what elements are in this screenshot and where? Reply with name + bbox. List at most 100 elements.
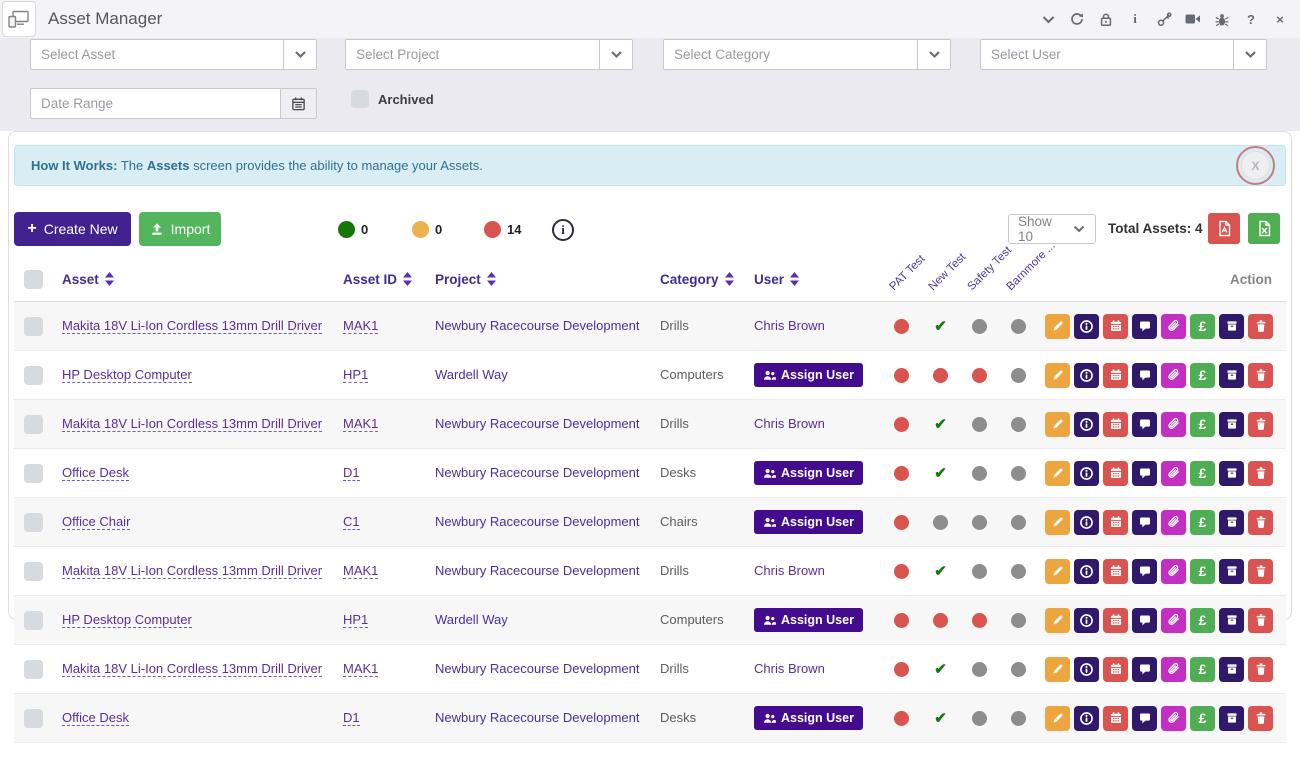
comment-button[interactable] xyxy=(1132,608,1157,633)
calendar-button[interactable] xyxy=(1103,510,1128,535)
collapse-icon[interactable] xyxy=(1040,11,1056,27)
assigned-user-link[interactable]: Chris Brown xyxy=(754,318,825,333)
edit-button[interactable] xyxy=(1045,706,1070,731)
cost-button[interactable]: £ xyxy=(1190,510,1215,535)
legend-info-icon[interactable]: i xyxy=(552,219,574,241)
row-checkbox[interactable] xyxy=(24,709,43,728)
asset-link[interactable]: Makita 18V Li-Ion Cordless 13mm Drill Dr… xyxy=(62,661,322,677)
edit-button[interactable] xyxy=(1045,608,1070,633)
comment-button[interactable] xyxy=(1132,363,1157,388)
cost-button[interactable]: £ xyxy=(1190,412,1215,437)
row-checkbox[interactable] xyxy=(24,562,43,581)
edit-button[interactable] xyxy=(1045,657,1070,682)
pdf-export-button[interactable] xyxy=(1208,213,1240,244)
archived-checkbox[interactable] xyxy=(351,90,369,108)
calendar-button[interactable] xyxy=(1103,412,1128,437)
archive-button[interactable] xyxy=(1219,461,1244,486)
row-checkbox[interactable] xyxy=(24,317,43,336)
delete-button[interactable] xyxy=(1248,608,1273,633)
comment-button[interactable] xyxy=(1132,559,1157,584)
asset-link[interactable]: Office Desk xyxy=(62,710,129,726)
archive-button[interactable] xyxy=(1219,314,1244,339)
asset-id-link[interactable]: HP1 xyxy=(343,367,368,383)
attachment-button[interactable] xyxy=(1161,461,1186,486)
calendar-addon-button[interactable] xyxy=(280,88,317,119)
delete-button[interactable] xyxy=(1248,559,1273,584)
details-button[interactable] xyxy=(1074,559,1099,584)
archive-button[interactable] xyxy=(1219,706,1244,731)
asset-id-link[interactable]: D1 xyxy=(343,710,360,726)
bug-icon[interactable] xyxy=(1214,11,1230,27)
archive-button[interactable] xyxy=(1219,412,1244,437)
calendar-button[interactable] xyxy=(1103,363,1128,388)
edit-button[interactable] xyxy=(1045,461,1070,486)
delete-button[interactable] xyxy=(1248,657,1273,682)
column-header-asset[interactable]: Asset xyxy=(62,272,114,287)
edit-button[interactable] xyxy=(1045,559,1070,584)
details-button[interactable] xyxy=(1074,363,1099,388)
assign-user-button[interactable]: Assign User xyxy=(754,608,863,632)
row-checkbox[interactable] xyxy=(24,464,43,483)
select-user-dropdown[interactable]: Select User xyxy=(980,39,1267,70)
assigned-user-link[interactable]: Chris Brown xyxy=(754,416,825,431)
excel-export-button[interactable] xyxy=(1248,213,1280,244)
comment-button[interactable] xyxy=(1132,706,1157,731)
archive-button[interactable] xyxy=(1219,363,1244,388)
details-button[interactable] xyxy=(1074,706,1099,731)
attachment-button[interactable] xyxy=(1161,363,1186,388)
row-checkbox[interactable] xyxy=(24,415,43,434)
details-button[interactable] xyxy=(1074,608,1099,633)
close-icon[interactable]: × xyxy=(1272,11,1288,27)
row-checkbox[interactable] xyxy=(24,513,43,532)
video-icon[interactable] xyxy=(1185,11,1201,27)
calendar-button[interactable] xyxy=(1103,314,1128,339)
refresh-icon[interactable] xyxy=(1069,11,1085,27)
edit-button[interactable] xyxy=(1045,314,1070,339)
attachment-button[interactable] xyxy=(1161,657,1186,682)
lock-icon[interactable] xyxy=(1098,11,1114,27)
select-asset-dropdown[interactable]: Select Asset xyxy=(30,39,317,70)
asset-id-link[interactable]: HP1 xyxy=(343,612,368,628)
asset-link[interactable]: HP Desktop Computer xyxy=(62,367,192,383)
row-checkbox[interactable] xyxy=(24,660,43,679)
details-button[interactable] xyxy=(1074,510,1099,535)
attachment-button[interactable] xyxy=(1161,412,1186,437)
cost-button[interactable]: £ xyxy=(1190,314,1215,339)
asset-id-link[interactable]: MAK1 xyxy=(343,318,378,334)
archive-button[interactable] xyxy=(1219,559,1244,584)
delete-button[interactable] xyxy=(1248,706,1273,731)
edit-button[interactable] xyxy=(1045,412,1070,437)
delete-button[interactable] xyxy=(1248,461,1273,486)
column-header-new-test[interactable]: New Test xyxy=(927,251,969,293)
attachment-button[interactable] xyxy=(1161,510,1186,535)
calendar-button[interactable] xyxy=(1103,657,1128,682)
comment-button[interactable] xyxy=(1132,657,1157,682)
select-project-dropdown[interactable]: Select Project xyxy=(345,39,633,70)
cost-button[interactable]: £ xyxy=(1190,608,1215,633)
attachment-button[interactable] xyxy=(1161,559,1186,584)
row-checkbox[interactable] xyxy=(24,611,43,630)
info-icon[interactable]: i xyxy=(1127,11,1143,27)
delete-button[interactable] xyxy=(1248,363,1273,388)
cost-button[interactable]: £ xyxy=(1190,657,1215,682)
comment-button[interactable] xyxy=(1132,314,1157,339)
asset-id-link[interactable]: C1 xyxy=(343,514,360,530)
asset-link[interactable]: Makita 18V Li-Ion Cordless 13mm Drill Dr… xyxy=(62,416,322,432)
cost-button[interactable]: £ xyxy=(1190,363,1215,388)
cost-button[interactable]: £ xyxy=(1190,559,1215,584)
create-new-button[interactable]: + Create New xyxy=(14,212,131,246)
column-header-asset-id[interactable]: Asset ID xyxy=(343,272,412,287)
assign-user-button[interactable]: Assign User xyxy=(754,363,863,387)
asset-link[interactable]: HP Desktop Computer xyxy=(62,612,192,628)
asset-link[interactable]: Office Chair xyxy=(62,514,130,530)
delete-button[interactable] xyxy=(1248,412,1273,437)
asset-id-link[interactable]: MAK1 xyxy=(343,563,378,579)
asset-link[interactable]: Makita 18V Li-Ion Cordless 13mm Drill Dr… xyxy=(62,563,322,579)
row-checkbox[interactable] xyxy=(24,366,43,385)
import-button[interactable]: Import xyxy=(139,212,221,246)
banner-close-button[interactable]: X xyxy=(1236,146,1275,185)
column-header-user[interactable]: User xyxy=(754,272,799,287)
assign-user-button[interactable]: Assign User xyxy=(754,510,863,534)
assign-user-button[interactable]: Assign User xyxy=(754,461,863,485)
assign-user-button[interactable]: Assign User xyxy=(754,706,863,730)
